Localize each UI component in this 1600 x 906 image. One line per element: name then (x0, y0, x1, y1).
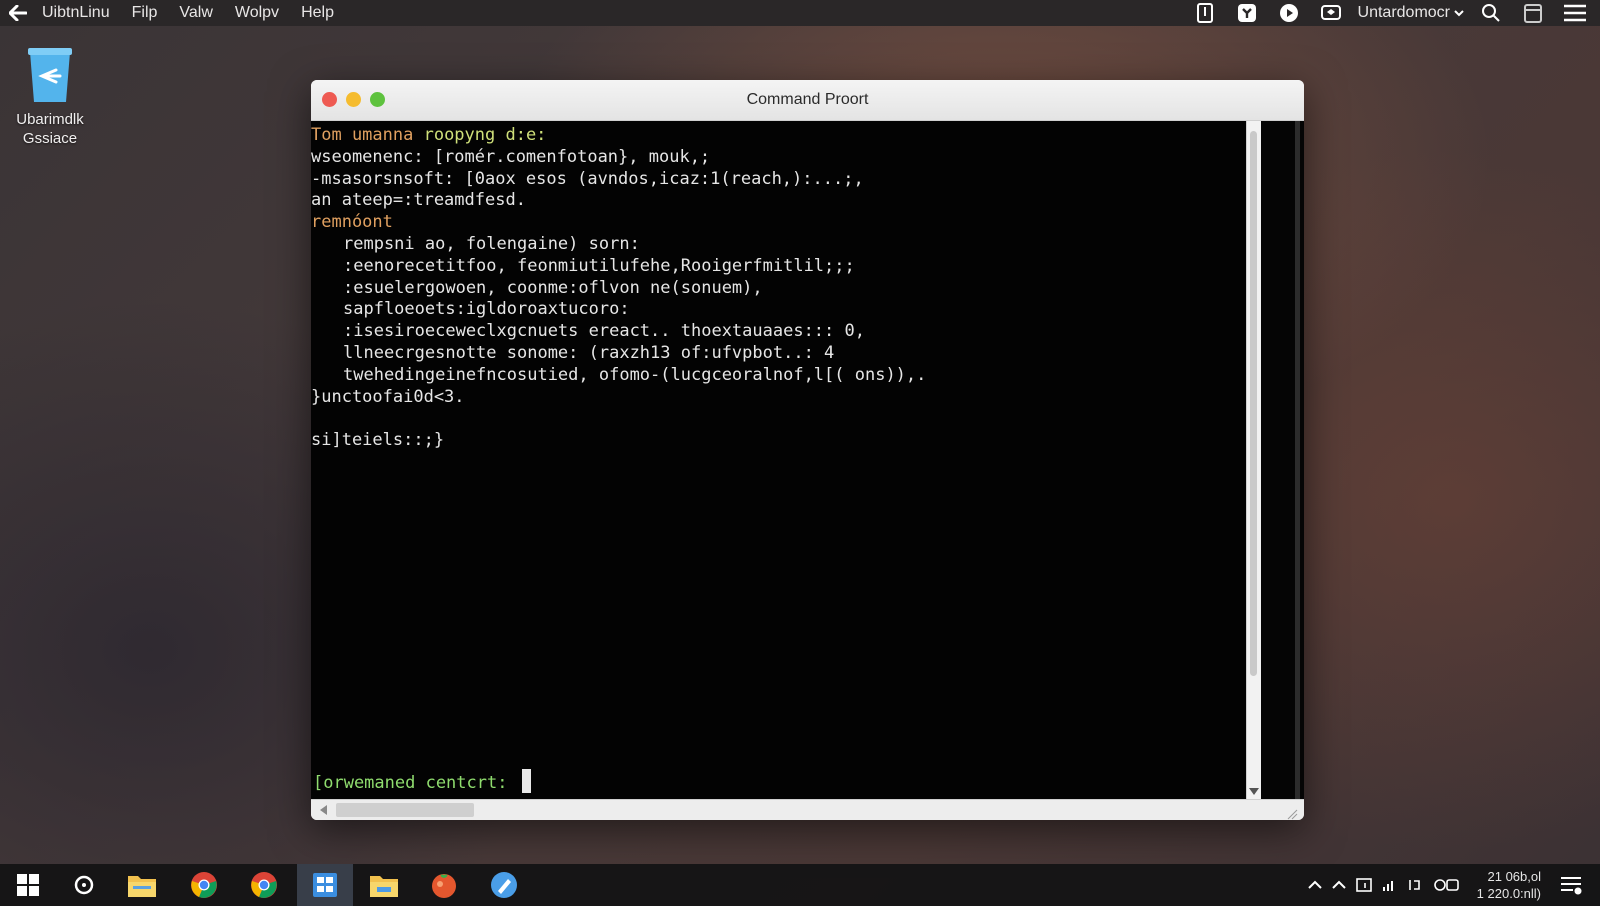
terminal-line-text: twehedingeinefncosutied, ofomo-(lucgceor… (343, 364, 927, 385)
terminal-line: twehedingeinefncosutied, ofomo-(lucgceor… (311, 365, 1241, 387)
terminal-line: si]teiels::;} (311, 430, 1241, 452)
terminal-line-text: llneecrgesnotte sonome: (raxzh13 of:ufvp… (343, 342, 835, 363)
terminal-line-text: Tom umanna (311, 125, 424, 145)
app-badge-icon[interactable] (1236, 2, 1258, 24)
terminal-line-text: an ateep=:treamdfesd. (311, 190, 526, 211)
system-tray: 21 06b,ol 1 220.0:nll) (1303, 864, 1600, 906)
vertical-scrollbar[interactable] (1246, 121, 1261, 799)
terminal-line: llneecrgesnotte sonome: (raxzh13 of:ufvp… (311, 343, 1241, 365)
terminal-line: -msasorsnsoft: [0aox esos (avndos,icaz:1… (311, 169, 1241, 191)
edit-app-icon[interactable] (476, 864, 532, 906)
horizontal-scroll-thumb[interactable] (336, 803, 474, 817)
desktop-icon-label-line1: Ubarimdlk (16, 111, 84, 128)
terminal-line: wseomenenc: [romér.comenfotoan}, mouk,; (311, 147, 1241, 169)
scroll-down-arrow-icon[interactable] (1249, 788, 1259, 795)
back-arrow-icon[interactable] (8, 3, 28, 23)
file-explorer-icon[interactable] (114, 864, 170, 906)
horizontal-scrollbar[interactable] (311, 799, 1304, 820)
terminal-line: Tom umanna roopyng d:e: (311, 125, 1241, 147)
folder-icon[interactable] (356, 864, 412, 906)
user-menu[interactable]: Untardomocr (1358, 4, 1464, 22)
terminal-highlight-text: roopyng d:e: (423, 125, 547, 145)
network-icon[interactable] (1382, 878, 1398, 892)
text-cursor (521, 769, 531, 793)
chevron-down-icon (1454, 4, 1464, 22)
user-label: Untardomocr (1357, 4, 1450, 21)
terminal-line-text: -msasorsnsoft: [0aox esos (avndos,icaz:1… (311, 168, 864, 189)
display-icon[interactable] (1320, 2, 1342, 24)
terminal-line: :esuelergowoen, coonme:oflvon ne(sonuem)… (311, 278, 1241, 300)
terminal-lines: Tom umanna roopyng d:e: wseomenenc: [romé… (311, 125, 1241, 452)
terminal-line: rempsni ao, folengaine) sorn: (311, 234, 1241, 256)
terminal-line: an ateep=:treamdfesd. (311, 190, 1241, 212)
hamburger-menu-icon[interactable] (1564, 2, 1586, 24)
terminal-line-text: wseomenenc: [romér.comenfotoan}, mouk,; (311, 146, 711, 167)
terminal-side-panel (1261, 121, 1304, 799)
window-title: Command Proort (746, 91, 869, 108)
terminal-line: sapfloeoets:igldoroaxtucoro: (311, 299, 1241, 321)
taskbar: 21 06b,ol 1 220.0:nll) (0, 864, 1600, 906)
file-manager-icon[interactable] (297, 864, 353, 906)
taskbar-clock[interactable]: 21 06b,ol 1 220.0:nll) (1477, 868, 1541, 902)
chevron-up-icon[interactable] (1307, 880, 1322, 890)
chevron-up-icon[interactable] (1331, 880, 1346, 890)
terminal-line-text: si]teiels::;} (311, 430, 445, 451)
menu-help[interactable]: Help (301, 4, 334, 22)
vertical-scroll-thumb[interactable] (1250, 131, 1257, 676)
terminal-line: remnóont (311, 212, 1241, 234)
terminal-line: }unctoofai0d<3. (311, 387, 1241, 409)
play-icon[interactable] (1278, 2, 1300, 24)
menu-window[interactable]: Wolpv (235, 4, 279, 22)
scroll-left-arrow-icon[interactable] (320, 805, 327, 815)
terminal-output[interactable]: Tom umanna roopyng d:e: wseomenenc: [romé… (311, 121, 1246, 799)
notification-icon[interactable] (1560, 875, 1582, 895)
chrome-icon[interactable] (176, 864, 232, 906)
command-prompt-window: Command Proort Tom umanna roopyng d:e: ws… (311, 80, 1304, 820)
terminal-line-text: remnóont (311, 212, 393, 233)
terminal-line: :isesiroeceweclxgcnuets ereact.. thoexta… (311, 321, 1241, 343)
terminal-line-text: }unctoofai0d<3. (311, 386, 465, 407)
terminal-line: :eenorecetitfoo, feonmiutilufehe,Rooiger… (311, 256, 1241, 278)
window-tray-icon[interactable] (1355, 877, 1372, 893)
desktop-trash-icon[interactable]: Ubarimdlk Gssiace (8, 46, 92, 148)
terminal-line-text: :isesiroeceweclxgcnuets ereact.. thoexta… (343, 321, 865, 342)
terminal-app-icon[interactable] (416, 864, 472, 906)
calendar-icon[interactable] (1522, 2, 1544, 24)
menu-app-name[interactable]: UibtnLinu (42, 4, 110, 22)
refresh-icon[interactable] (56, 864, 112, 906)
prompt-text: [orwemaned centcrt: (313, 773, 518, 793)
clock-date: 1 220.0:nll) (1476, 886, 1541, 901)
battery-icon[interactable] (1433, 878, 1460, 892)
top-menu-bar: UibtnLinu Filp Valw Wolpv Help Untardomo… (0, 0, 1600, 26)
windows-start-icon[interactable] (0, 864, 56, 906)
window-titlebar[interactable]: Command Proort (311, 80, 1304, 121)
clock-time: 21 06b,ol (1487, 869, 1542, 884)
chrome-icon[interactable] (236, 864, 292, 906)
terminal-line-text: :eenorecetitfoo, feonmiutilufehe,Rooiger… (343, 255, 855, 276)
volume-icon[interactable] (1408, 878, 1424, 892)
desktop-icon-label-line2: Gssiace (22, 130, 78, 147)
menu-file[interactable]: Filp (132, 4, 158, 22)
terminal-line-text: sapfloeoets:igldoroaxtucoro: (343, 299, 630, 320)
tablet-icon[interactable] (1194, 2, 1216, 24)
resize-grip-icon[interactable] (1286, 805, 1298, 820)
terminal-prompt[interactable]: [orwemaned centcrt: (313, 769, 531, 793)
search-icon[interactable] (1480, 2, 1502, 24)
terminal-line-text: :esuelergowoen, coonme:oflvon ne(sonuem)… (343, 277, 763, 298)
terminal-line-text: rempsni ao, folengaine) sorn: (343, 233, 640, 254)
trash-bin-icon (26, 46, 74, 104)
menu-view[interactable]: Valw (179, 4, 213, 22)
